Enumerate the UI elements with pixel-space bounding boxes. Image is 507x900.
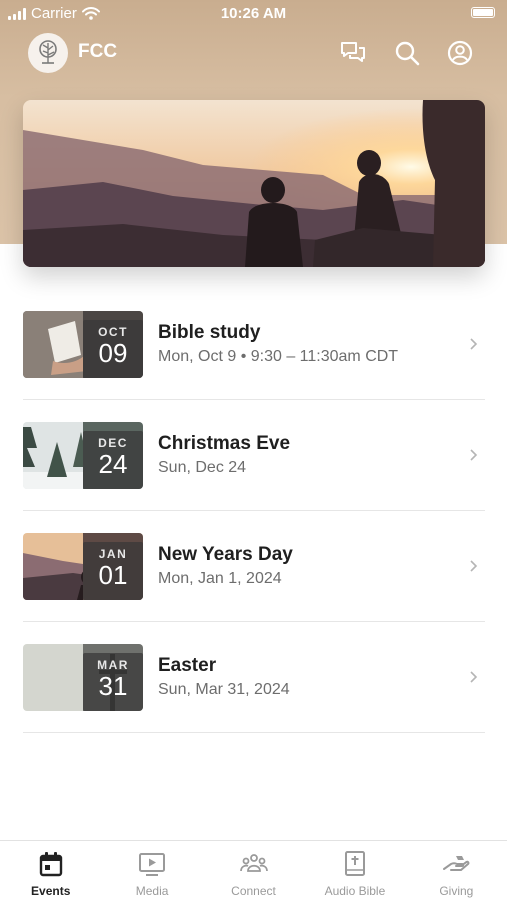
event-date: Sun, Dec 24 [158,459,247,476]
event-title: Bible study [158,322,261,343]
event-date: Sun, Mar 31, 2024 [158,681,290,698]
profile-icon[interactable] [446,39,474,67]
people-group-icon [239,854,268,872]
date-day: 31 [98,671,128,701]
video-player-icon [139,853,166,876]
date-badge: MAR 31 [83,653,143,711]
date-badge: JAN 01 [83,542,143,600]
bible-book-icon [344,851,365,876]
date-day: 09 [98,338,128,368]
search-icon[interactable] [393,39,421,67]
date-day: 01 [98,560,128,590]
event-title: Christmas Eve [158,433,291,454]
org-logo[interactable] [28,33,68,73]
chevron-right-icon [470,338,478,350]
tab-connect[interactable]: Connect [203,841,304,900]
date-badge: OCT 09 [83,320,143,378]
event-thumbnail: JAN 01 [23,533,143,600]
event-row-new-years-day[interactable]: JAN 01 New Years Day Mon, Jan 1, 2024 [23,511,485,622]
chevron-right-icon [470,449,478,461]
event-row-easter[interactable]: MAR 31 Easter Sun, Mar 31, 2024 [23,622,485,733]
tab-label: Connect [231,884,276,898]
event-thumbnail: DEC 24 [23,422,143,489]
tab-label: Giving [439,884,474,898]
tab-media[interactable]: Media [101,841,202,900]
event-date: Mon, Jan 1, 2024 [158,570,282,587]
tab-events[interactable]: Events [0,841,101,900]
hero-banner-image[interactable] [23,100,485,267]
event-row-christmas-eve[interactable]: DEC 24 Christmas Eve Sun, Dec 24 [23,400,485,511]
date-badge: DEC 24 [83,431,143,489]
tab-label: Media [135,884,169,898]
event-title: Easter [158,655,217,676]
status-time: 10:26 AM [220,5,287,22]
bottom-tab-bar: Events Media Connect Audio Bible Giving [0,840,507,900]
tab-label: Events [31,884,71,898]
tab-giving[interactable]: Giving [406,841,507,900]
calendar-icon [39,852,62,877]
date-month: OCT [98,325,128,339]
status-bar: Carrier 10:26 AM [0,0,507,28]
chevron-right-icon [470,560,478,572]
event-row-bible-study[interactable]: OCT 09 Bible study Mon, Oct 9 • 9:30 – 1… [23,289,485,400]
chevron-right-icon [470,671,478,683]
tree-logo-icon [39,40,57,64]
event-title: New Years Day [158,544,293,565]
app-bar: FCC [0,30,507,76]
org-name: FCC [78,41,118,62]
chat-bubbles-icon[interactable] [339,39,367,67]
date-month: MAR [97,658,129,672]
event-thumbnail: MAR 31 [23,644,143,711]
giving-hand-icon [443,856,470,871]
tab-label: Audio Bible [324,884,386,898]
event-date-time: Mon, Oct 9 • 9:30 – 11:30am CDT [158,348,399,365]
date-month: JAN [98,547,128,561]
tab-audio-bible[interactable]: Audio Bible [304,841,405,900]
event-list: OCT 09 Bible study Mon, Oct 9 • 9:30 – 1… [23,289,485,733]
battery-icon [471,7,495,18]
date-day: 24 [98,449,128,479]
date-month: DEC [98,436,128,450]
event-thumbnail: OCT 09 [23,311,143,378]
